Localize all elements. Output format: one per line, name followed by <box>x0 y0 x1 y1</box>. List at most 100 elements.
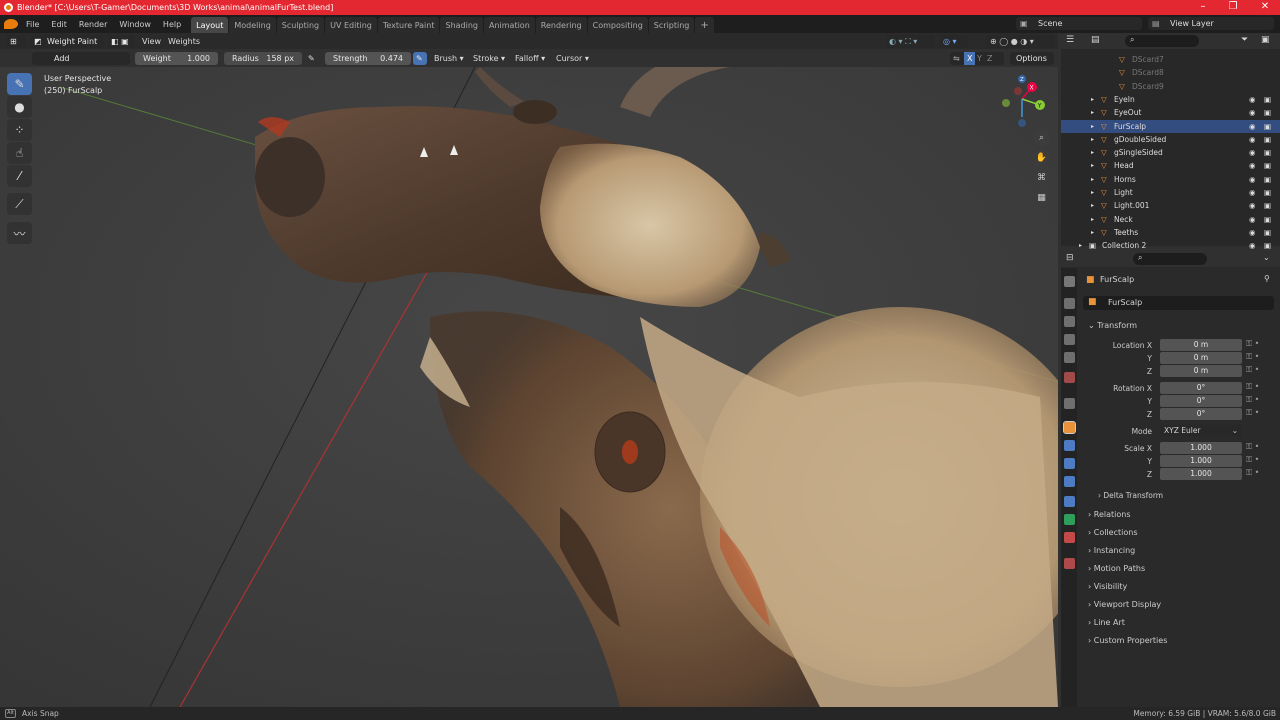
axis-z-toggle[interactable]: Z <box>987 52 992 65</box>
draw-brush-tool[interactable]: ✎ <box>7 73 32 95</box>
scale-y-field[interactable]: 1.000 <box>1160 455 1242 467</box>
smear-tool[interactable]: ☝ <box>7 142 32 164</box>
maximize-button[interactable]: ❐ <box>1218 0 1248 15</box>
panel-header-section[interactable]: › Viewport Display <box>1088 600 1161 609</box>
outliner-row[interactable]: ▸ ▽ EyeIn ◉ ▣ <box>1061 93 1280 106</box>
tab-shading[interactable]: Shading <box>440 17 483 33</box>
render-camera-icon[interactable]: ▣ <box>1264 133 1271 146</box>
panel-header-section[interactable]: › Custom Properties <box>1088 636 1167 645</box>
minimize-button[interactable]: – <box>1188 0 1218 15</box>
visibility-eye-icon[interactable]: ◉ <box>1249 133 1256 146</box>
symmetry-axes[interactable]: ⇋ X Y Z <box>950 52 1004 65</box>
location-x-field[interactable]: 0 m <box>1160 339 1242 351</box>
render-camera-icon[interactable]: ▣ <box>1264 146 1271 159</box>
blend-mode-dropdown[interactable]: Add <box>32 52 130 65</box>
tab-texture-paint[interactable]: Texture Paint <box>377 17 440 33</box>
falloff-dropdown[interactable]: Falloff ▾ <box>515 52 545 65</box>
shading-modes[interactable]: ⊕ ◯ ● ◑ ▾ <box>986 35 1054 48</box>
outliner-row[interactable]: ▸ ▽ Teeths ◉ ▣ <box>1061 226 1280 239</box>
panel-header-section[interactable]: › Relations <box>1088 510 1131 519</box>
tab-animation[interactable]: Animation <box>483 17 535 33</box>
world-tab-icon[interactable] <box>1064 372 1075 383</box>
render-camera-icon[interactable]: ▣ <box>1264 226 1271 239</box>
scene-selector[interactable]: ▣ Scene <box>1016 17 1142 30</box>
axis-y-toggle[interactable]: Y <box>977 52 982 65</box>
expand-arrow-icon[interactable]: ▸ <box>1091 199 1094 212</box>
options-dropdown[interactable]: Options <box>1010 52 1054 65</box>
weight-field[interactable]: Weight 1.000 <box>135 52 218 65</box>
visibility-eye-icon[interactable]: ◉ <box>1249 199 1256 212</box>
menu-render[interactable]: Render <box>73 20 113 29</box>
3d-viewport[interactable]: User Perspective (250) FurScalp ✎ ● ⁘ ☝ … <box>0 67 1058 707</box>
pin-icon[interactable]: ⚲ <box>1264 274 1270 283</box>
expand-arrow-icon[interactable]: ▸ <box>1091 120 1094 133</box>
properties-editor-icon[interactable]: ⊟ <box>1066 253 1074 263</box>
visibility-eye-icon[interactable]: ◉ <box>1249 106 1256 119</box>
lock-icon[interactable]: ⚿ • <box>1246 395 1259 405</box>
editor-type-button[interactable]: ⊞ <box>6 35 26 48</box>
tool-tab-icon[interactable] <box>1064 276 1075 287</box>
expand-arrow-icon[interactable]: ▸ <box>1091 133 1094 146</box>
panel-header-section[interactable]: › Motion Paths <box>1088 564 1145 573</box>
radius-field[interactable]: Radius 158 px <box>224 52 302 65</box>
outliner-row[interactable]: ▸ ▽ EyeOut ◉ ▣ <box>1061 106 1280 119</box>
panel-header-section[interactable]: › Instancing <box>1088 546 1135 555</box>
physics-tab-icon[interactable] <box>1064 476 1075 487</box>
outliner-editor-icon[interactable]: ☰ <box>1066 35 1074 45</box>
modifier-tab-icon[interactable] <box>1064 440 1075 451</box>
view-layer-tab-icon[interactable] <box>1064 334 1075 345</box>
panel-header-section[interactable]: › Collections <box>1088 528 1138 537</box>
outliner-row[interactable]: ▸ ▽ Light.001 ◉ ▣ <box>1061 199 1280 212</box>
tab-sculpting[interactable]: Sculpting <box>276 17 325 33</box>
visibility-eye-icon[interactable]: ◉ <box>1249 213 1256 226</box>
blender-menu-icon[interactable] <box>4 19 18 29</box>
filter-icon[interactable]: ⏷ <box>1241 35 1248 45</box>
render-camera-icon[interactable]: ▣ <box>1264 120 1271 133</box>
texture-tab-icon[interactable] <box>1064 558 1075 569</box>
collection-tab-icon[interactable] <box>1064 398 1075 409</box>
object-name-field[interactable]: ■ FurScalp <box>1083 296 1274 310</box>
pan-button[interactable]: ✋ <box>1033 149 1050 166</box>
render-tab-icon[interactable] <box>1064 298 1075 309</box>
expand-arrow-icon[interactable]: ▸ <box>1091 146 1094 159</box>
menu-help[interactable]: Help <box>157 20 187 29</box>
scale-z-field[interactable]: 1.000 <box>1160 468 1242 480</box>
lock-icon[interactable]: ⚿ • <box>1246 352 1259 362</box>
outliner-row[interactable]: ▽ DScard8 <box>1061 66 1280 79</box>
outliner-row[interactable]: ▸ ▽ Horns ◉ ▣ <box>1061 173 1280 186</box>
expand-arrow-icon[interactable]: ▸ <box>1091 93 1094 106</box>
rotation-z-field[interactable]: 0° <box>1160 408 1242 420</box>
particles-tab-icon[interactable] <box>1064 458 1075 469</box>
lock-icon[interactable]: ⚿ • <box>1246 408 1259 418</box>
rotation-x-field[interactable]: 0° <box>1160 382 1242 394</box>
menu-edit[interactable]: Edit <box>45 20 73 29</box>
rotation-mode-dropdown[interactable]: XYZ Euler ⌄ <box>1160 425 1242 437</box>
radius-pressure-icon[interactable]: ✎ <box>308 52 315 65</box>
zoom-button[interactable]: ⌕ <box>1033 129 1050 146</box>
ortho-toggle-button[interactable]: ▦ <box>1033 189 1050 206</box>
rotation-y-field[interactable]: 0° <box>1160 395 1242 407</box>
strength-field[interactable]: Strength 0.474 <box>325 52 411 65</box>
expand-arrow-icon[interactable]: ▸ <box>1091 186 1094 199</box>
outliner-row[interactable]: ▸ ▽ Light ◉ ▣ <box>1061 186 1280 199</box>
data-tab-icon[interactable] <box>1064 514 1075 525</box>
outliner-row[interactable]: ▽ DScard7 <box>1061 53 1280 66</box>
location-z-field[interactable]: 0 m <box>1160 365 1242 377</box>
outliner-row[interactable]: ▸ ▽ FurScalp ◉ ▣ <box>1061 119 1280 133</box>
visibility-eye-icon[interactable]: ◉ <box>1249 120 1256 133</box>
tab-layout[interactable]: Layout <box>191 17 229 33</box>
outliner-row[interactable]: ▸ ▽ Neck ◉ ▣ <box>1061 213 1280 226</box>
strength-pressure-toggle[interactable]: ✎ <box>413 52 427 65</box>
mask-toggle[interactable]: ◧ ▣ <box>108 35 134 48</box>
properties-options-icon[interactable]: ⌄ <box>1263 253 1270 262</box>
render-camera-icon[interactable]: ▣ <box>1264 106 1271 119</box>
delta-transform-header[interactable]: › Delta Transform <box>1098 491 1163 500</box>
lock-icon[interactable]: ⚿ • <box>1246 339 1259 349</box>
blur-tool[interactable]: ● <box>7 96 32 118</box>
outliner-row[interactable]: ▸ ▽ gDoubleSided ◉ ▣ <box>1061 133 1280 146</box>
lock-icon[interactable]: ⚿ • <box>1246 365 1259 375</box>
visibility-eye-icon[interactable]: ◉ <box>1249 173 1256 186</box>
transform-panel-header[interactable]: ⌄ Transform <box>1088 321 1137 330</box>
view-layer-selector[interactable]: ▤ View Layer <box>1148 17 1274 30</box>
panel-header-section[interactable]: › Line Art <box>1088 618 1125 627</box>
